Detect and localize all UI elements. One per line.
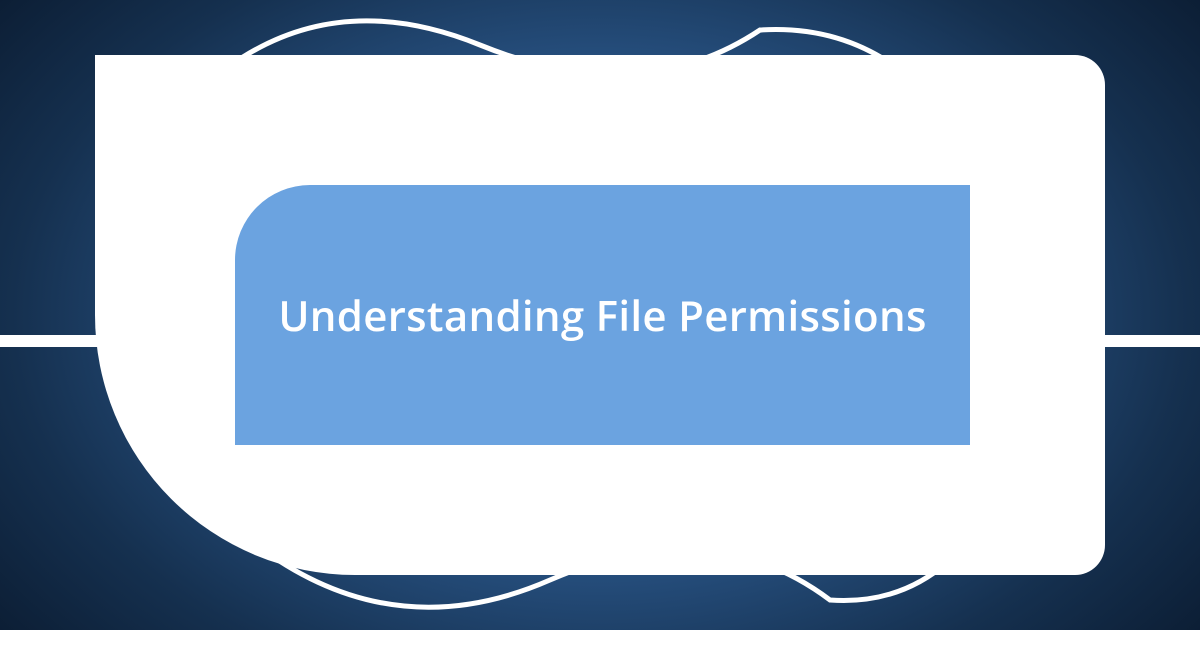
decorative-wave-bottom-icon	[250, 470, 950, 670]
page-title: Understanding File Permissions	[278, 287, 926, 344]
inner-card: Understanding File Permissions	[235, 185, 970, 445]
